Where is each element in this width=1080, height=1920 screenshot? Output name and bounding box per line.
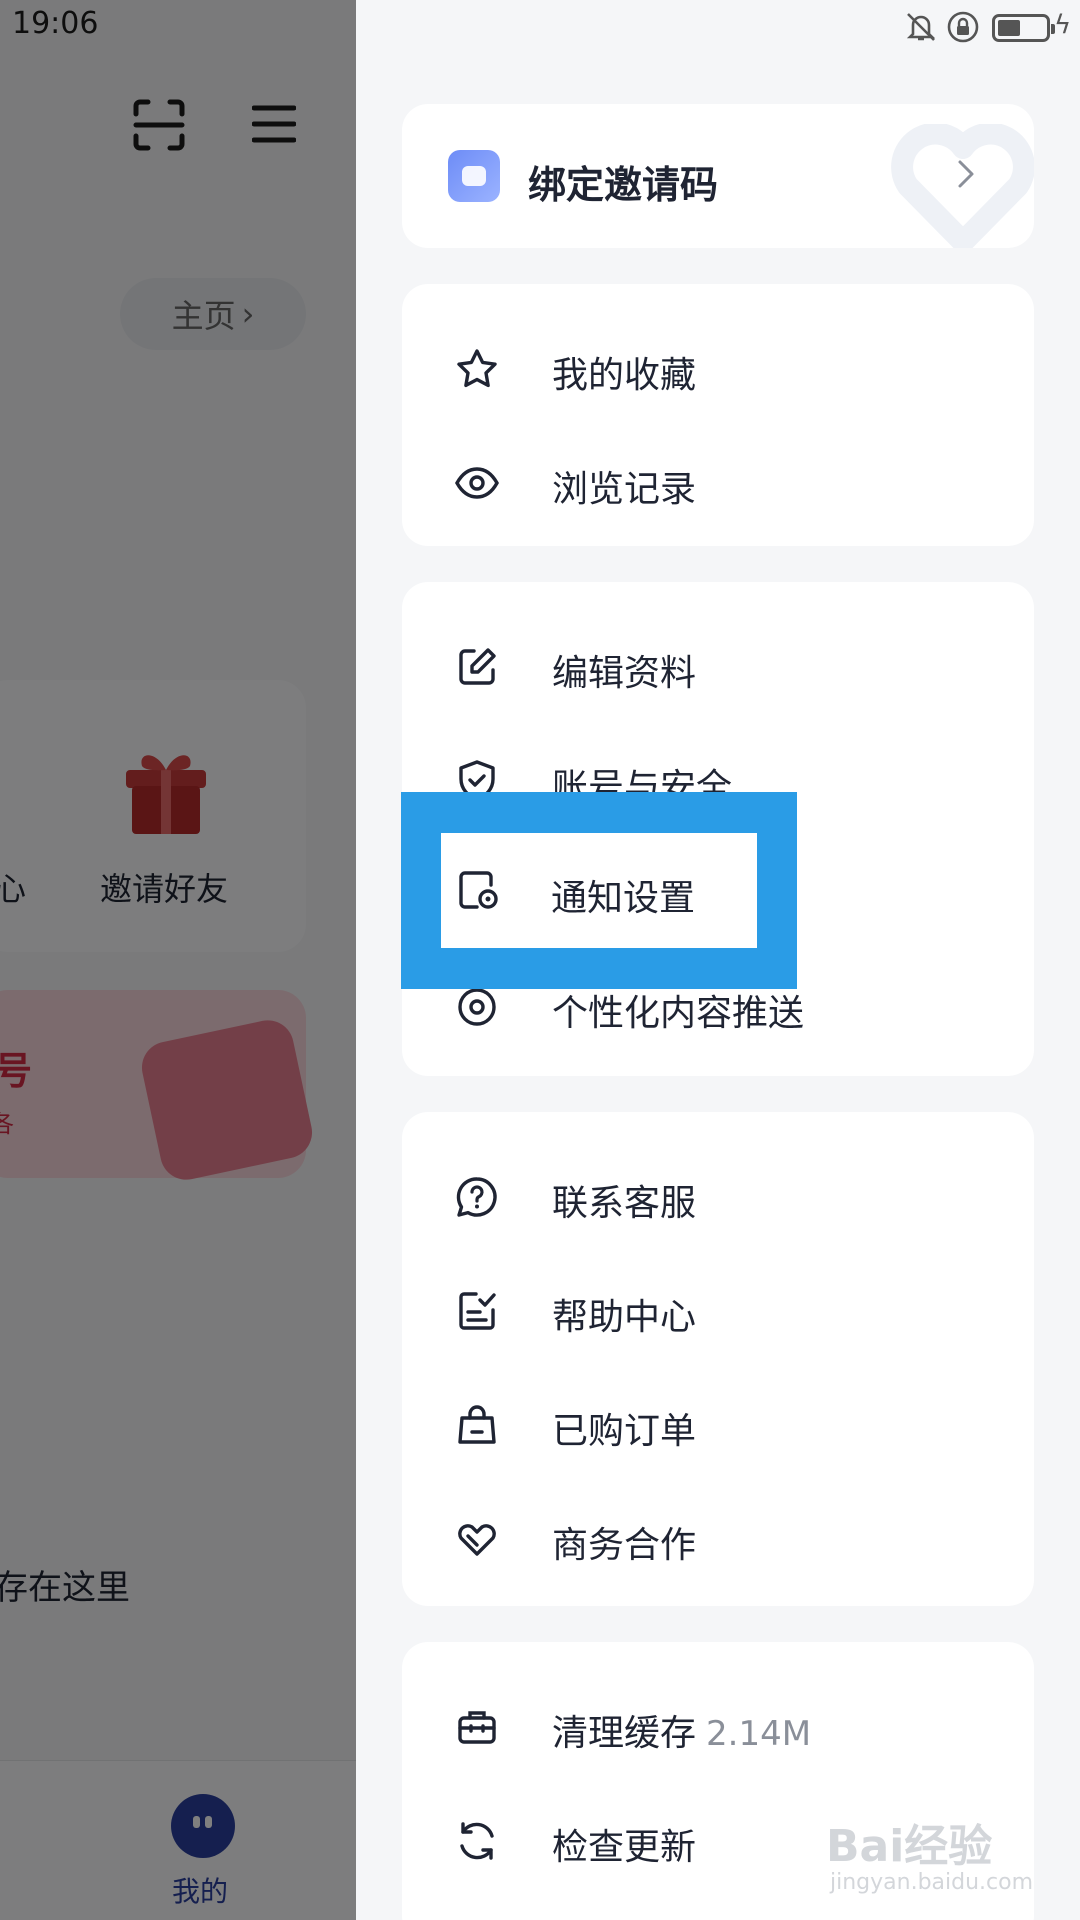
menu-item-help-center[interactable]: 帮助中心 [402, 1266, 1034, 1356]
battery-icon [992, 14, 1055, 42]
menu-item-notification-settings[interactable]: 通知设置 [441, 833, 757, 948]
chat-question-icon [456, 1177, 497, 1217]
menu-group-support: 联系客服 帮助中心 已购订单 商务合作 [402, 1112, 1034, 1606]
help-doc-icon [459, 1292, 496, 1330]
baidu-watermark: Bai经验 jingyan.baidu.com [826, 1821, 1034, 1895]
menu-item-edit-profile[interactable]: 编辑资料 [402, 622, 1034, 712]
menu-item-contact-support[interactable]: 联系客服 [402, 1152, 1034, 1242]
refresh-icon [460, 1822, 494, 1860]
bag-icon [458, 1405, 496, 1444]
invite-card-title: 绑定邀请码 [528, 163, 719, 207]
cache-size: 2.14M [706, 1714, 812, 1754]
rotation-lock-icon [947, 11, 979, 43]
drawer-overlay[interactable] [0, 0, 356, 1920]
bind-invite-code-card[interactable]: 绑定邀请码 [402, 104, 1034, 248]
edit-icon [459, 648, 496, 685]
heart-handshake-icon [458, 1524, 496, 1556]
menu-group-collection: 我的收藏 浏览记录 [402, 284, 1034, 546]
menu-item-purchased-orders[interactable]: 已购订单 [402, 1380, 1034, 1470]
menu-item-favorites[interactable]: 我的收藏 [402, 324, 1034, 414]
invite-code-icon [448, 150, 500, 202]
menu-item-business-cooperation[interactable]: 商务合作 [402, 1494, 1034, 1584]
star-icon [457, 349, 497, 388]
charging-icon: ϟ [1054, 10, 1072, 40]
chevron-right-icon [958, 160, 974, 188]
target-icon [458, 988, 496, 1026]
menu-item-history[interactable]: 浏览记录 [402, 438, 1034, 528]
toolbox-icon [458, 1711, 496, 1744]
eye-icon [455, 467, 499, 499]
notification-settings-icon [459, 871, 498, 909]
mute-bell-icon [906, 13, 936, 41]
menu-item-clear-cache[interactable]: 清理缓存 2.14M [402, 1682, 1034, 1772]
status-bar: ϟ [356, 0, 1080, 56]
